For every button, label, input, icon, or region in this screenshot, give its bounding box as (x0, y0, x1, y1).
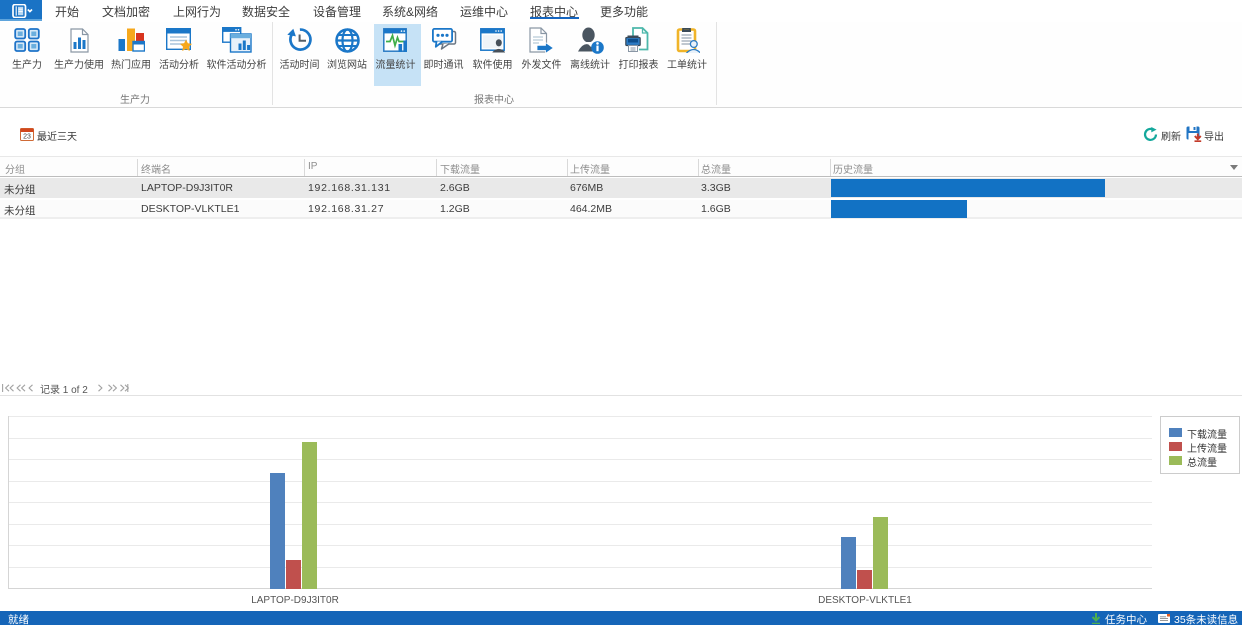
svg-text:23: 23 (23, 134, 31, 141)
